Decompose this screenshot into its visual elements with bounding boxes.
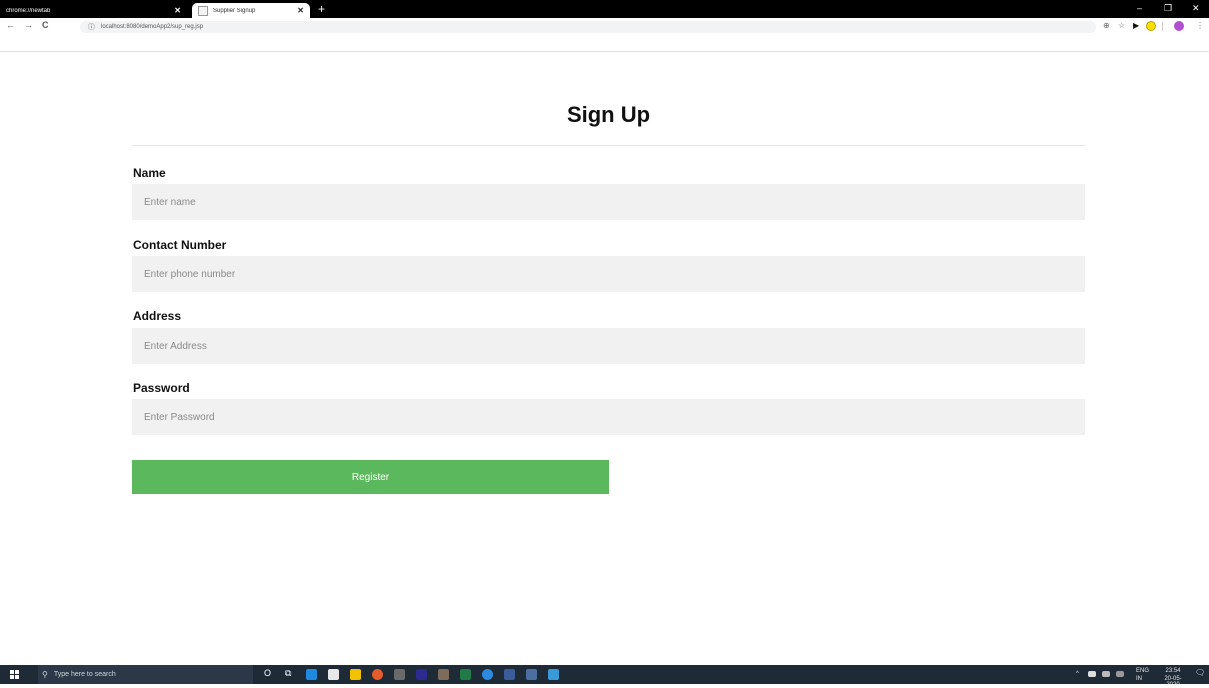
browser-tab-strip: chrome://newtab ✕ Supplier Signup ✕ + – … (0, 0, 1209, 18)
minimize-icon[interactable]: – (1137, 3, 1142, 13)
app-icon[interactable] (504, 669, 515, 680)
address-bar[interactable]: ⓘ localhost:8080/demoApp2/sup_reg.jsp (80, 21, 1096, 33)
volume-icon[interactable] (1116, 671, 1124, 677)
maximize-icon[interactable]: ❐ (1164, 3, 1172, 14)
windows-start-icon[interactable] (10, 670, 20, 679)
task-view-icon[interactable]: ⧉ (285, 668, 291, 679)
windows-taskbar: ⚲ Type here to search O ⧉ ^ ENG IN 23:54… (0, 665, 1209, 688)
search-placeholder: Type here to search (53, 671, 116, 678)
profile-avatar[interactable] (1174, 21, 1184, 31)
forward-icon[interactable]: → (24, 20, 33, 30)
tab-supplier-signup[interactable]: Supplier Signup ✕ (192, 3, 310, 18)
cortana-icon[interactable]: O (264, 668, 271, 678)
app-icon[interactable] (526, 669, 537, 680)
play-extension-icon[interactable]: ▶ (1133, 21, 1139, 30)
tab-label: chrome://newtab (6, 7, 51, 14)
chrome-menu-icon[interactable]: ⋮ (1196, 21, 1204, 30)
reload-icon[interactable]: C (42, 20, 49, 30)
password-label: Password (133, 381, 190, 395)
app-icon[interactable] (482, 669, 493, 680)
app-icon[interactable] (438, 669, 449, 680)
clock[interactable]: 23:54 20-05-2020 (1158, 668, 1188, 688)
back-icon[interactable]: ← (6, 20, 15, 30)
contact-number-input[interactable] (132, 256, 1085, 292)
page-favicon-icon (198, 5, 208, 16)
tray-chevron-icon[interactable]: ^ (1076, 671, 1079, 677)
chrome-icon[interactable] (372, 669, 383, 680)
url-text: localhost:8080/demoApp2/sup_reg.jsp (101, 24, 204, 30)
eclipse-icon[interactable] (416, 669, 427, 680)
taskbar-search-box[interactable]: ⚲ Type here to search (38, 665, 253, 684)
browser-toolbar: ← → C ⓘ localhost:8080/demoApp2/sup_reg.… (0, 18, 1209, 52)
bookmark-star-icon[interactable]: ☆ (1118, 21, 1125, 30)
file-explorer-icon[interactable] (350, 669, 361, 680)
address-input[interactable] (132, 328, 1085, 364)
toolbar-separator (1162, 22, 1163, 31)
close-tab-icon[interactable]: ✕ (297, 6, 304, 15)
app-icon[interactable] (394, 669, 405, 680)
language-top: ENG (1136, 668, 1150, 674)
name-input[interactable] (132, 184, 1085, 220)
app-icon[interactable] (548, 669, 559, 680)
address-label: Address (133, 309, 182, 323)
search-icon: ⚲ (42, 670, 48, 679)
register-button[interactable]: Register (132, 460, 609, 494)
excel-icon[interactable] (460, 669, 471, 680)
tab-label: Supplier Signup (213, 7, 256, 14)
close-window-icon[interactable]: ✕ (1192, 3, 1200, 14)
language-bottom: IN (1136, 676, 1142, 682)
clock-date: 20-05-2020 (1164, 676, 1182, 688)
new-tab-button[interactable]: + (318, 2, 325, 16)
zoom-icon[interactable]: ⊕ (1103, 21, 1110, 30)
battery-icon[interactable] (1102, 671, 1110, 677)
extension-icon[interactable] (1146, 21, 1156, 31)
notification-icon[interactable]: 🗨 (1195, 669, 1205, 677)
title-divider (132, 145, 1085, 146)
name-label: Name (133, 166, 166, 180)
tab-newtab[interactable]: chrome://newtab ✕ (0, 3, 187, 18)
page-title: Sign Up (566, 102, 651, 127)
language-indicator[interactable]: ENG IN (1136, 668, 1149, 682)
close-tab-icon[interactable]: ✕ (174, 6, 181, 15)
edge-icon[interactable] (306, 669, 317, 680)
password-input[interactable] (132, 399, 1085, 435)
clock-time: 23:54 (1165, 668, 1181, 674)
store-icon[interactable] (328, 669, 339, 680)
contact-number-label: Contact Number (133, 238, 227, 252)
network-icon[interactable] (1088, 671, 1096, 677)
info-icon[interactable]: ⓘ (88, 22, 95, 32)
